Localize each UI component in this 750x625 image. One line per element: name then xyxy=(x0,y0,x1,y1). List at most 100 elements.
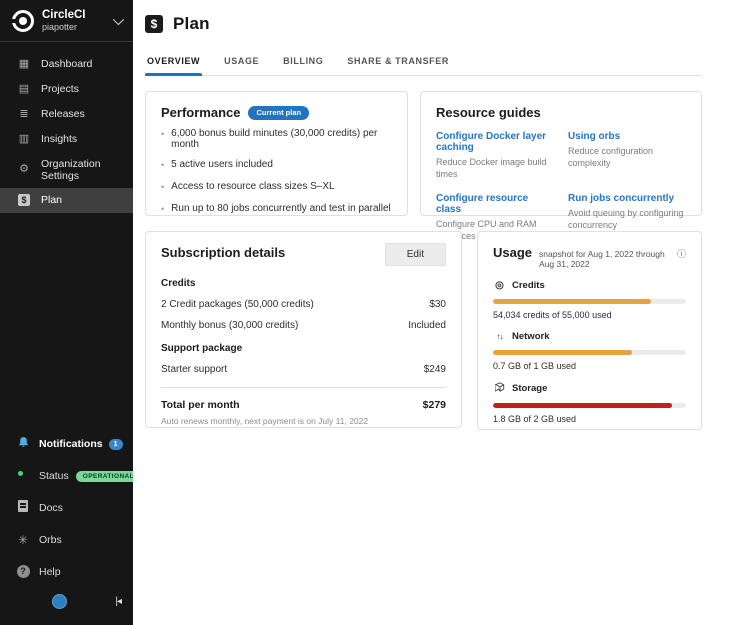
user-avatar[interactable] xyxy=(52,594,67,609)
notifications-count-badge: 1 xyxy=(109,439,123,450)
sidebar-item-label: Organization Settings xyxy=(41,158,123,182)
orbs-label: Orbs xyxy=(39,534,62,546)
app-root: CircleCI piapotter ▦ Dashboard ▤ Project… xyxy=(0,0,750,625)
guide-link-run-jobs-concurrently[interactable]: Run jobs concurrently xyxy=(568,193,686,204)
docs-icon xyxy=(18,500,28,512)
edit-button[interactable]: Edit xyxy=(385,243,446,266)
guide-desc: Avoid queuing by configuring concurrency xyxy=(568,207,686,231)
cards-row-top: Performance Current plan 6,000 bonus bui… xyxy=(145,91,702,216)
page-title: Plan xyxy=(173,14,210,34)
sidebar-item-projects[interactable]: ▤ Projects xyxy=(0,77,133,102)
subscription-row: Monthly bonus (30,000 credits) Included xyxy=(161,320,446,331)
row-label: Starter support xyxy=(161,364,227,375)
releases-icon: ≣ xyxy=(17,108,31,121)
meter-label: Storage xyxy=(512,383,547,394)
help-icon: ? xyxy=(17,565,30,578)
help-label: Help xyxy=(39,566,61,578)
network-caption: 0.7 GB of 1 GB used xyxy=(493,361,686,371)
collapse-sidebar-icon[interactable]: |◂ xyxy=(115,596,121,607)
performance-card: Performance Current plan 6,000 bonus bui… xyxy=(145,91,408,216)
tab-billing[interactable]: BILLING xyxy=(281,50,325,75)
network-progress-fill xyxy=(493,350,632,355)
sidebar-item-label: Plan xyxy=(41,194,62,206)
sidebar-item-label: Releases xyxy=(41,108,85,120)
cards-row-bottom: Subscription details Edit Credits 2 Cred… xyxy=(145,231,702,430)
credits-progress-fill xyxy=(493,299,651,304)
credits-icon: ◎ xyxy=(493,280,506,291)
network-meter: ↑↓ Network 0.7 GB of 1 GB used xyxy=(493,331,686,371)
row-label: Monthly bonus (30,000 credits) xyxy=(161,320,298,331)
total-value: $279 xyxy=(423,399,446,411)
dashboard-icon: ▦ xyxy=(17,58,31,71)
sidebar-item-releases[interactable]: ≣ Releases xyxy=(0,102,133,127)
total-label: Total per month xyxy=(161,399,240,411)
credits-progress-bar xyxy=(493,299,686,304)
storage-progress-fill xyxy=(493,403,672,408)
org-name: CircleCI xyxy=(42,9,113,22)
status-operational-badge: OPERATIONAL xyxy=(76,471,141,482)
sidebar-item-plan[interactable]: $ Plan xyxy=(0,188,133,213)
notifications-button[interactable]: Notifications 1 xyxy=(0,430,133,458)
info-icon[interactable]: ⓘ xyxy=(677,247,686,260)
plan-page-icon: $ xyxy=(145,15,163,33)
status-link[interactable]: Status OPERATIONAL xyxy=(0,464,133,488)
meter-label: Network xyxy=(512,331,549,342)
renewal-footnote: Auto renews monthly, next payment is on … xyxy=(161,416,446,426)
guide-desc: Reduce configuration complexity xyxy=(568,145,686,169)
page-header: $ Plan xyxy=(145,14,702,34)
subscription-details-card: Subscription details Edit Credits 2 Cred… xyxy=(145,231,462,428)
usage-snapshot-range: snapshot for Aug 1, 2022 through Aug 31,… xyxy=(539,249,673,269)
performance-bullet: Run up to 80 jobs concurrently and test … xyxy=(161,203,392,216)
guide-desc: Reduce Docker image build times xyxy=(436,156,554,180)
meter-label: Credits xyxy=(512,280,545,291)
chevron-down-icon xyxy=(113,14,124,25)
total-row: Total per month $279 xyxy=(161,399,446,411)
storage-meter: Storage 1.8 GB of 2 GB used xyxy=(493,382,686,424)
tab-usage[interactable]: USAGE xyxy=(222,50,261,75)
row-value: $249 xyxy=(424,364,446,375)
performance-bullet: 5 active users included xyxy=(161,159,392,172)
status-label: Status xyxy=(39,470,69,482)
guide-item: Configure Docker layer caching Reduce Do… xyxy=(436,131,554,180)
guide-link-docker-layer-caching[interactable]: Configure Docker layer caching xyxy=(436,131,554,153)
performance-bullet: 6,000 bonus build minutes (30,000 credit… xyxy=(161,128,392,150)
guide-link-resource-class[interactable]: Configure resource class xyxy=(436,193,554,215)
tab-share-transfer[interactable]: SHARE & TRANSFER xyxy=(345,50,451,75)
current-plan-badge: Current plan xyxy=(248,106,309,120)
help-link[interactable]: ? Help xyxy=(0,559,133,584)
plan-icon: $ xyxy=(17,194,31,207)
support-package-heading: Support package xyxy=(161,343,446,354)
org-subtitle: piapotter xyxy=(42,22,113,32)
org-switcher[interactable]: CircleCI piapotter xyxy=(0,0,133,41)
insights-icon: ▥ xyxy=(17,133,31,146)
orbs-link[interactable]: ✳ Orbs xyxy=(0,527,133,553)
resource-guides-title: Resource guides xyxy=(436,105,686,120)
performance-bullet: Access to resource class sizes S–XL xyxy=(161,181,392,194)
orbs-icon: ✳ xyxy=(15,533,31,547)
credits-heading: Credits xyxy=(161,278,446,289)
sidebar-bottom: Notifications 1 Status OPERATIONAL Docs … xyxy=(0,430,133,625)
tab-overview[interactable]: OVERVIEW xyxy=(145,50,202,75)
docs-label: Docs xyxy=(39,502,63,514)
plan-tabs: OVERVIEW USAGE BILLING SHARE & TRANSFER xyxy=(145,50,702,76)
sidebar-item-insights[interactable]: ▥ Insights xyxy=(0,127,133,152)
sidebar-divider xyxy=(0,41,133,42)
sidebar-item-organization-settings[interactable]: ⚙ Organization Settings xyxy=(0,152,133,188)
main-content: $ Plan OVERVIEW USAGE BILLING SHARE & TR… xyxy=(133,0,750,625)
docs-link[interactable]: Docs xyxy=(0,494,133,521)
notifications-label: Notifications xyxy=(39,438,103,450)
guide-link-using-orbs[interactable]: Using orbs xyxy=(568,131,686,142)
row-value: $30 xyxy=(429,299,446,310)
usage-title: Usage xyxy=(493,245,532,260)
network-progress-bar xyxy=(493,350,686,355)
circleci-logo-icon xyxy=(12,10,34,32)
sidebar-footer: |◂ xyxy=(0,590,133,621)
sidebar-item-dashboard[interactable]: ▦ Dashboard xyxy=(0,52,133,77)
gear-icon: ⚙ xyxy=(17,163,31,176)
subscription-row: Starter support $249 xyxy=(161,364,446,375)
sidebar: CircleCI piapotter ▦ Dashboard ▤ Project… xyxy=(0,0,133,625)
subscription-title: Subscription details xyxy=(161,245,285,260)
performance-bullet-list: 6,000 bonus build minutes (30,000 credit… xyxy=(161,128,392,216)
credits-meter: ◎ Credits 54,034 credits of 55,000 used xyxy=(493,280,686,320)
sidebar-item-label: Projects xyxy=(41,83,79,95)
